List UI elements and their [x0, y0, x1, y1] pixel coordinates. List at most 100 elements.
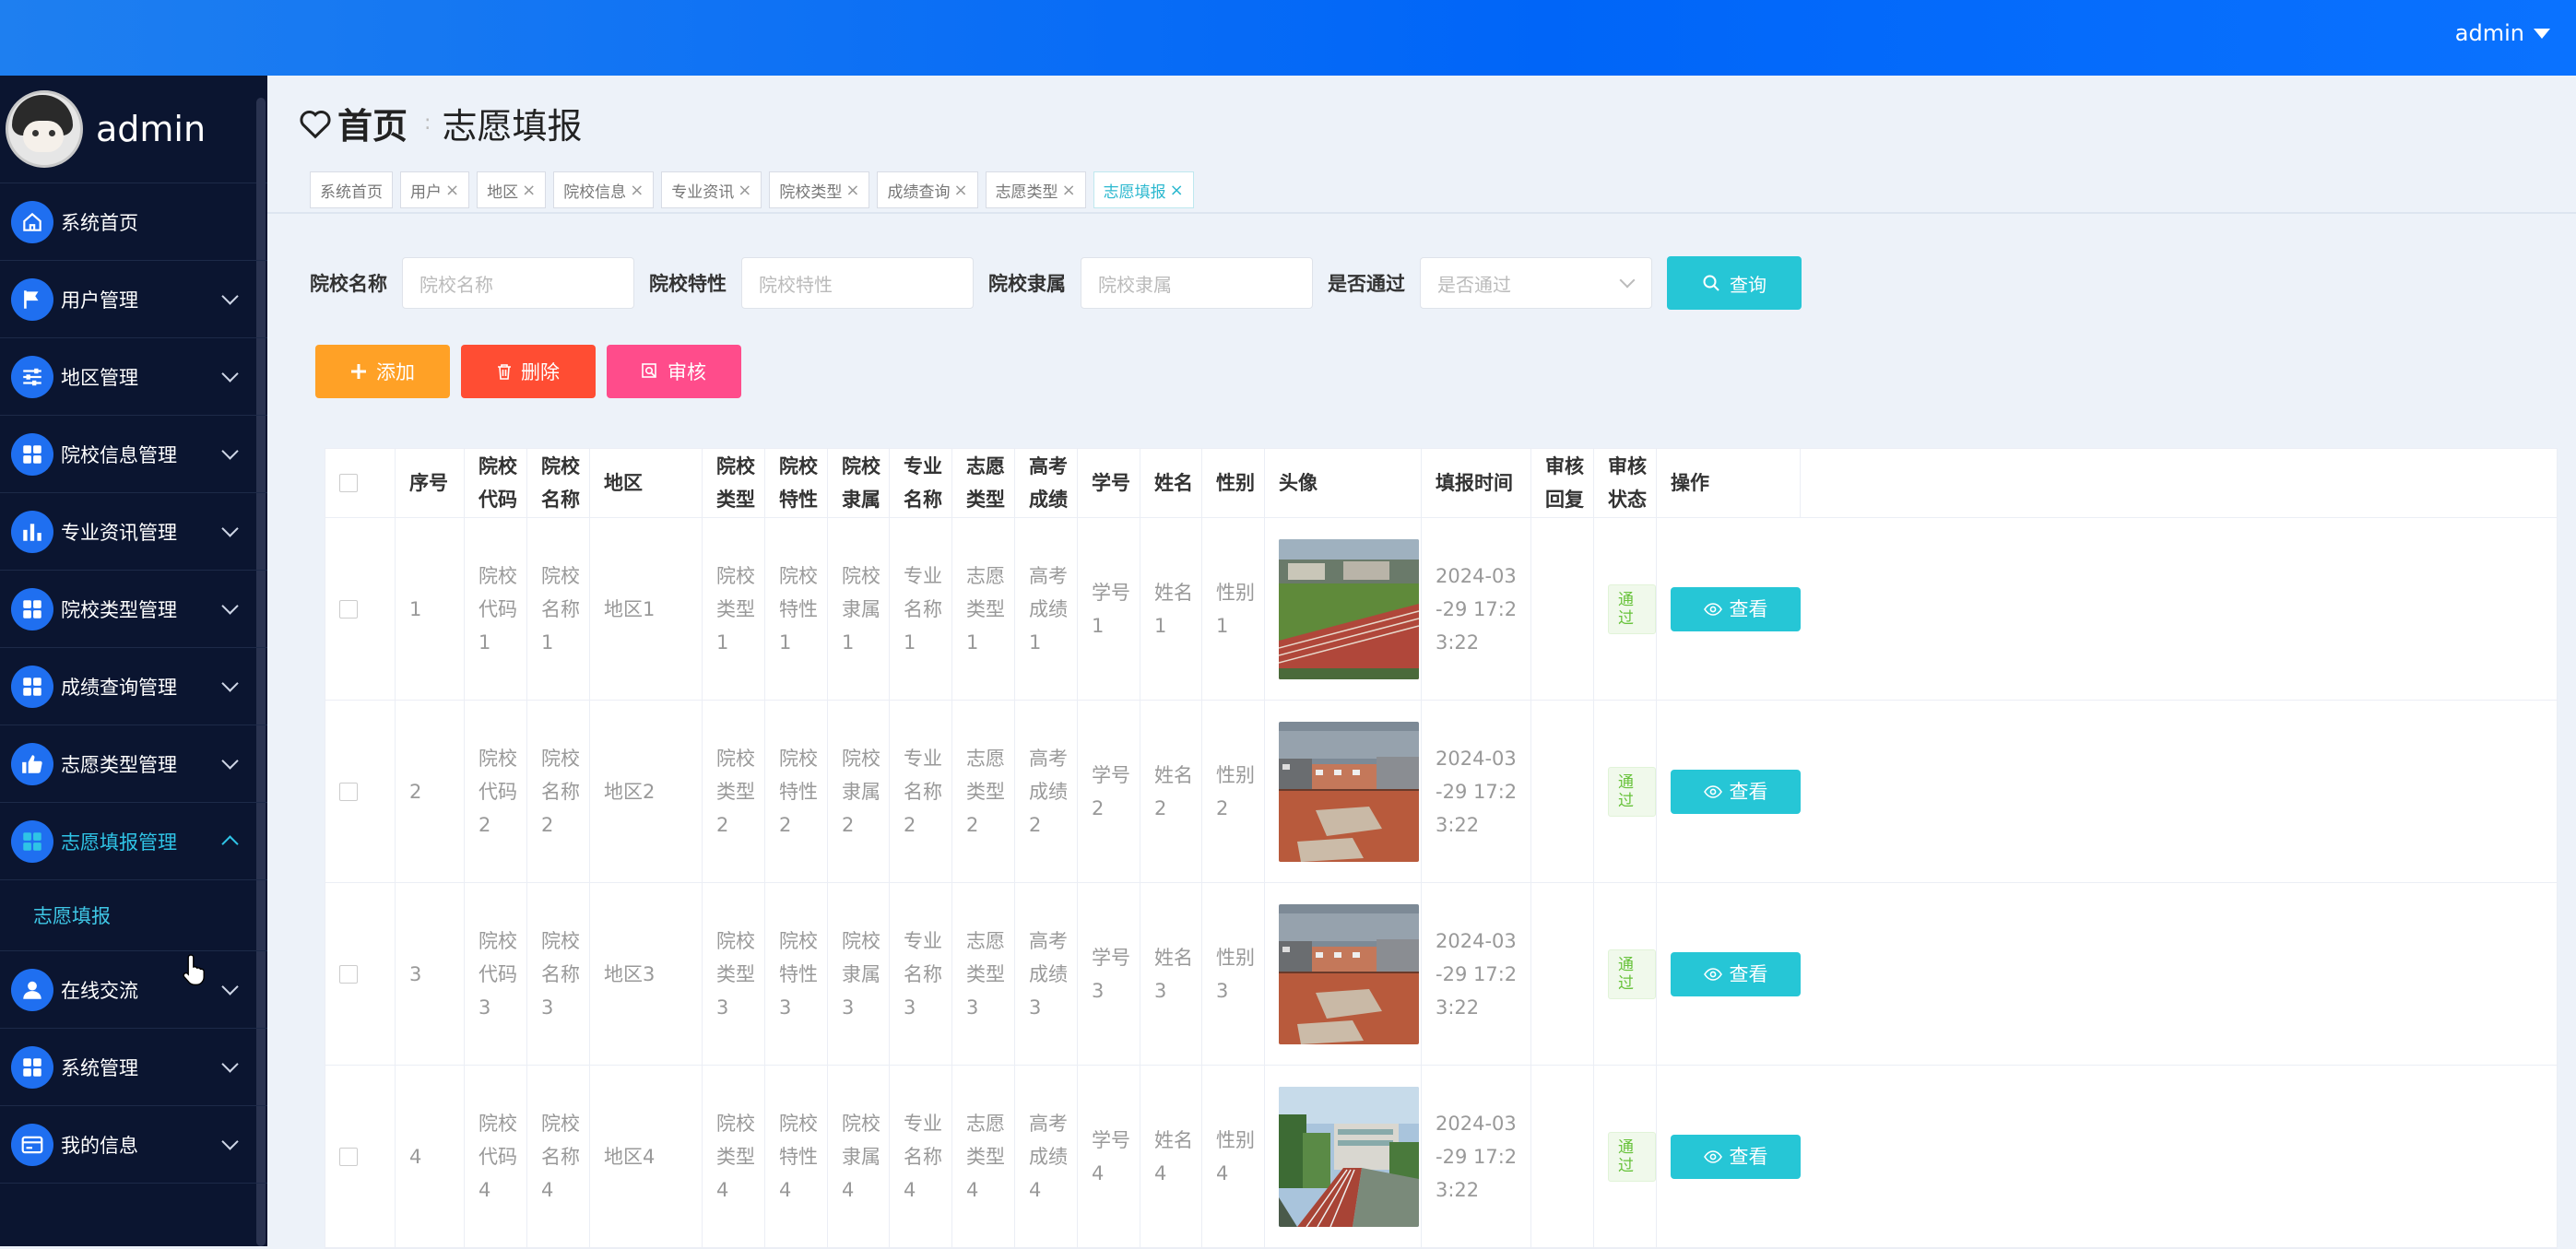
- search-placeholder: 院校特性: [759, 273, 833, 296]
- tab-tag[interactable]: 专业资讯 ×: [661, 171, 762, 208]
- column-header: 院校类型: [703, 449, 765, 517]
- search-input[interactable]: 院校名称: [402, 257, 634, 309]
- status-badge: 通过: [1608, 583, 1656, 634]
- view-button[interactable]: 查看: [1671, 769, 1801, 814]
- pass-status-select[interactable]: 是否通过: [1420, 257, 1652, 309]
- plus-icon: [351, 364, 366, 379]
- cell-status: 通过: [1594, 883, 1657, 1065]
- close-icon[interactable]: ×: [522, 181, 536, 200]
- chevron-down-icon: [221, 520, 239, 537]
- sliders-icon: [11, 355, 53, 398]
- tab-tag[interactable]: 志愿类型 ×: [985, 171, 1086, 208]
- top-bar: admin: [0, 0, 2576, 76]
- audit-button[interactable]: 审核: [607, 345, 741, 398]
- checkbox[interactable]: [339, 474, 358, 492]
- user-menu[interactable]: admin: [2455, 20, 2550, 46]
- column-header: 序号: [396, 449, 465, 517]
- status-badge: 通过: [1608, 766, 1656, 817]
- view-button-label: 查看: [1729, 1145, 1768, 1168]
- eye-icon: [1703, 784, 1722, 798]
- cell-wish-type: 志愿类型1: [952, 518, 1015, 700]
- sidebar-item-college-info[interactable]: 院校信息管理: [0, 416, 267, 493]
- query-button-label: 查询: [1730, 273, 1767, 296]
- row-checkbox-cell[interactable]: [325, 883, 396, 1065]
- tab-tag[interactable]: 系统首页: [310, 171, 393, 208]
- view-button[interactable]: 查看: [1671, 586, 1801, 631]
- tab-tag[interactable]: 院校信息 ×: [553, 171, 655, 208]
- sidebar-item-users[interactable]: 用户管理: [0, 261, 267, 338]
- tab-tag[interactable]: 院校类型 ×: [769, 171, 870, 208]
- query-button[interactable]: 查询: [1667, 256, 1802, 310]
- close-icon[interactable]: ×: [630, 181, 644, 200]
- sidebar-item-label: 志愿类型管理: [61, 753, 177, 776]
- sidebar-item-my-info[interactable]: 我的信息: [0, 1106, 267, 1184]
- cell-wish-type: 志愿类型3: [952, 883, 1015, 1065]
- close-icon[interactable]: ×: [845, 181, 859, 200]
- checkbox[interactable]: [339, 1147, 358, 1166]
- tab-tag[interactable]: 成绩查询 ×: [877, 171, 978, 208]
- sidebar-subitem-wish-apply[interactable]: 志愿填报: [0, 880, 267, 951]
- search-placeholder: 院校名称: [419, 273, 493, 296]
- eye-icon: [1703, 1149, 1722, 1163]
- search-input[interactable]: 院校特性: [741, 257, 974, 309]
- checkbox[interactable]: [339, 782, 358, 801]
- search-input[interactable]: 院校隶属: [1081, 257, 1313, 309]
- sidebar-item-wish-type[interactable]: 志愿类型管理: [0, 725, 267, 803]
- view-button[interactable]: 查看: [1671, 951, 1801, 996]
- tab-tag-label: 系统首页: [320, 183, 383, 202]
- close-icon[interactable]: ×: [738, 181, 751, 200]
- cell-major: 专业名称3: [890, 883, 952, 1065]
- cell-reply: [1531, 701, 1594, 882]
- close-icon[interactable]: ×: [1062, 181, 1076, 200]
- trash-icon: [498, 364, 511, 380]
- cell-wish-type: 志愿类型2: [952, 701, 1015, 882]
- search-label: 院校名称: [310, 273, 387, 295]
- search-label: 院校隶属: [988, 273, 1066, 295]
- bar-chart-icon: [11, 510, 53, 553]
- cell-status: 通过: [1594, 1066, 1657, 1247]
- table-row: 1 院校代码1 院校名称1 地区1 院校类型1 院校特性1 院校隶属1 专业名称1 志愿类型1 高…: [325, 518, 2557, 701]
- sidebar-item-wish-apply[interactable]: 志愿填报管理: [0, 803, 267, 880]
- tab-tag[interactable]: 用户 ×: [400, 171, 470, 208]
- cell-code: 院校代码2: [465, 701, 527, 882]
- row-checkbox-cell[interactable]: [325, 518, 396, 700]
- sidebar: admin 系统首页 用户管理 地区管理 院校信息管理 专业资讯管理 院校类型管理 成绩查询…: [0, 76, 267, 1246]
- cell-gender: 性别2: [1202, 701, 1265, 882]
- heart-icon: [300, 110, 331, 138]
- cell-major: 专业名称4: [890, 1066, 952, 1247]
- chevron-down-icon: [221, 288, 239, 305]
- select-all-checkbox[interactable]: [325, 449, 396, 517]
- add-button[interactable]: 添加: [315, 345, 450, 398]
- delete-button[interactable]: 删除: [461, 345, 596, 398]
- checkbox[interactable]: [339, 964, 358, 984]
- cell-photo: [1265, 518, 1422, 700]
- tab-tag[interactable]: 地区 ×: [477, 171, 547, 208]
- sidebar-item-chat[interactable]: 在线交流: [0, 951, 267, 1029]
- sidebar-item-major-news[interactable]: 专业资讯管理: [0, 493, 267, 571]
- cell-index: 4: [396, 1066, 465, 1247]
- close-icon[interactable]: ×: [1170, 181, 1184, 200]
- chevron-down-icon: [221, 675, 239, 692]
- thumbs-up-icon: [11, 742, 53, 785]
- row-checkbox-cell[interactable]: [325, 1066, 396, 1247]
- cell-gender: 性别4: [1202, 1066, 1265, 1247]
- sidebar-item-system[interactable]: 系统管理: [0, 1029, 267, 1106]
- column-header: 学号: [1078, 449, 1140, 517]
- close-icon[interactable]: ×: [953, 181, 967, 200]
- close-icon[interactable]: ×: [445, 181, 459, 200]
- cell-score: 高考成绩3: [1015, 883, 1078, 1065]
- tab-tag[interactable]: 志愿填报 ×: [1093, 171, 1194, 208]
- cell-index: 2: [396, 701, 465, 882]
- sidebar-item-score[interactable]: 成绩查询管理: [0, 648, 267, 725]
- sidebar-item-home[interactable]: 系统首页: [0, 183, 267, 261]
- sidebar-item-college-type[interactable]: 院校类型管理: [0, 571, 267, 648]
- sidebar-item-label: 用户管理: [61, 289, 138, 312]
- breadcrumb-home[interactable]: 首页: [299, 98, 408, 148]
- sidebar-item-region[interactable]: 地区管理: [0, 338, 267, 416]
- cell-score: 高考成绩4: [1015, 1066, 1078, 1247]
- checkbox[interactable]: [339, 599, 358, 619]
- cell-reply: [1531, 518, 1594, 700]
- tab-tag-label: 成绩查询: [887, 183, 951, 202]
- view-button[interactable]: 查看: [1671, 1134, 1801, 1179]
- row-checkbox-cell[interactable]: [325, 701, 396, 882]
